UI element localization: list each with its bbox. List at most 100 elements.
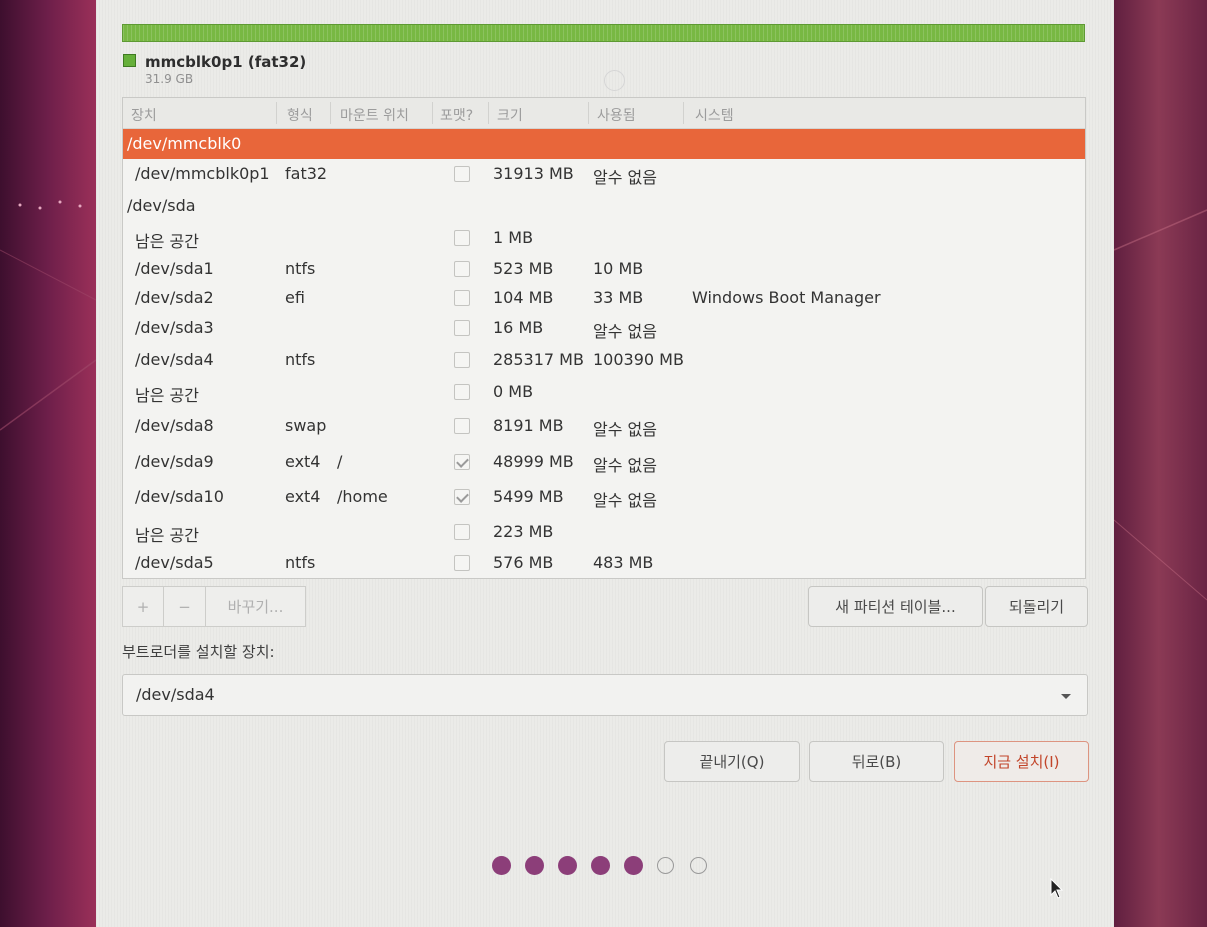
cell-device: 남은 공간 (135, 526, 199, 545)
column-header-format[interactable]: 포맷? (440, 105, 473, 125)
table-row[interactable]: /dev/sda10 ext4/home 5499 MB 알수 없음 (123, 482, 1085, 512)
bootloader-label: 부트로더를 설치할 장치: (122, 643, 275, 661)
column-header-system[interactable]: 시스템 (695, 105, 734, 125)
cell-type: ntfs (285, 350, 316, 369)
cell-used: 알수 없음 (593, 456, 657, 475)
format-checkbox[interactable] (454, 555, 470, 571)
table-row[interactable]: 남은 공간 223 MB (123, 517, 1085, 547)
cell-device: /dev/sda10 (135, 487, 224, 506)
cell-type: fat32 (285, 164, 328, 183)
bootloader-device-select[interactable]: /dev/sda4 (122, 674, 1088, 716)
add-partition-button[interactable]: + (122, 586, 164, 627)
format-checkbox[interactable] (454, 320, 470, 336)
install-now-button[interactable]: 지금 설치(I) (954, 741, 1089, 782)
cell-device: /dev/sda9 (135, 452, 214, 471)
new-partition-table-button[interactable]: 새 파티션 테이블... (808, 586, 983, 627)
column-header-mount[interactable]: 마운트 위치 (340, 105, 409, 125)
cell-type: swap (285, 416, 327, 435)
dropdown-arrow-icon (1061, 694, 1071, 699)
table-row[interactable]: /dev/mmcblk0p1 fat32 31913 MB 알수 없음 (123, 159, 1085, 189)
cell-device: 남은 공간 (135, 232, 199, 251)
cell-size: 5499 MB (493, 487, 564, 506)
cell-system: Windows Boot Manager (692, 288, 881, 307)
cell-size: 104 MB (493, 288, 554, 307)
progress-dot-pending (657, 857, 674, 874)
cell-used: 알수 없음 (593, 322, 657, 341)
back-button[interactable]: 뒤로(B) (809, 741, 944, 782)
partition-table[interactable]: 장치 형식 마운트 위치 포맷? 크기 사용됨 시스템 /dev/mmcblk0… (122, 97, 1086, 579)
installer-window: mmcblk0p1 (fat32) 31.9 GB 장치 형식 마운트 위치 포… (96, 0, 1114, 927)
cell-device: /dev/sda8 (135, 416, 214, 435)
progress-dot-completed (492, 856, 511, 875)
progress-dot-completed (624, 856, 643, 875)
cell-used: 483 MB (593, 553, 654, 572)
quit-button[interactable]: 끝내기(Q) (664, 741, 800, 782)
column-header-size[interactable]: 크기 (497, 105, 523, 125)
cell-device: /dev/sda3 (135, 318, 214, 337)
partition-toolbar: + − 바꾸기... (122, 586, 306, 627)
table-row[interactable]: /dev/sda8 swap 8191 MB 알수 없음 (123, 411, 1085, 441)
legend-partition-size: 31.9 GB (145, 72, 194, 86)
cell-device: /dev/sda4 (135, 350, 214, 369)
cell-size: 523 MB (493, 259, 554, 278)
column-header-used[interactable]: 사용됨 (597, 105, 636, 125)
revert-button[interactable]: 되돌리기 (985, 586, 1088, 627)
cell-mount: / (337, 452, 343, 471)
cell-device: /dev/sda (127, 196, 196, 215)
cell-used: 33 MB (593, 288, 644, 307)
legend-partition-name: mmcblk0p1 (fat32) (145, 53, 307, 71)
format-checkbox[interactable] (454, 230, 470, 246)
format-checkbox[interactable] (454, 290, 470, 306)
cell-device: /dev/sda1 (135, 259, 214, 278)
format-checkbox[interactable] (454, 489, 470, 505)
table-row[interactable]: /dev/mmcblk0 (123, 129, 1085, 159)
column-header-device[interactable]: 장치 (131, 105, 157, 125)
cell-size: 285317 MB (493, 350, 584, 369)
cell-type: ext4 (285, 452, 321, 471)
cell-used: 10 MB (593, 259, 644, 278)
table-row[interactable]: 남은 공간 1 MB (123, 223, 1085, 253)
table-row[interactable]: /dev/sda5 ntfs 576 MB 483 MB (123, 548, 1085, 578)
progress-dot-completed (525, 856, 544, 875)
format-checkbox[interactable] (454, 352, 470, 368)
cell-size: 0 MB (493, 382, 534, 401)
table-row[interactable]: /dev/sda4 ntfs 285317 MB 100390 MB (123, 345, 1085, 375)
cell-used: 알수 없음 (593, 491, 657, 510)
spinner-icon (604, 70, 625, 91)
cell-type: ext4 (285, 487, 321, 506)
cell-type: ntfs (285, 259, 316, 278)
table-row[interactable]: /dev/sda2 efi 104 MB 33 MB Windows Boot Mana… (123, 283, 1085, 313)
cell-mount: /home (337, 487, 388, 506)
cell-device: /dev/sda5 (135, 553, 214, 572)
cell-size: 48999 MB (493, 452, 574, 471)
table-row[interactable]: /dev/sda3 16 MB 알수 없음 (123, 313, 1085, 343)
format-checkbox[interactable] (454, 524, 470, 540)
cell-used: 100390 MB (593, 350, 684, 369)
cell-size: 223 MB (493, 522, 554, 541)
progress-dot-pending (690, 857, 707, 874)
change-partition-button[interactable]: 바꾸기... (206, 586, 306, 627)
legend-swatch (123, 54, 136, 67)
format-checkbox[interactable] (454, 418, 470, 434)
cell-type: ntfs (285, 553, 316, 572)
cell-device: /dev/mmcblk0p1 (135, 164, 270, 183)
format-checkbox[interactable] (454, 384, 470, 400)
cell-size: 1 MB (493, 228, 534, 247)
format-checkbox[interactable] (454, 166, 470, 182)
remove-partition-button[interactable]: − (164, 586, 206, 627)
cell-device: 남은 공간 (135, 386, 199, 405)
cell-device: /dev/mmcblk0 (127, 134, 242, 153)
partition-usage-bar (122, 24, 1085, 42)
table-row[interactable]: /dev/sda1 ntfs 523 MB 10 MB (123, 254, 1085, 284)
table-row[interactable]: 남은 공간 0 MB (123, 377, 1085, 407)
cell-size: 16 MB (493, 318, 544, 337)
progress-dot-completed (558, 856, 577, 875)
table-row[interactable]: /dev/sda (123, 191, 1085, 221)
table-header: 장치 형식 마운트 위치 포맷? 크기 사용됨 시스템 (123, 98, 1085, 129)
column-header-type[interactable]: 형식 (287, 105, 313, 125)
format-checkbox[interactable] (454, 261, 470, 277)
bootloader-device-value: /dev/sda4 (136, 685, 215, 704)
cell-used: 알수 없음 (593, 168, 657, 187)
format-checkbox[interactable] (454, 454, 470, 470)
table-row[interactable]: /dev/sda9 ext4 / 48999 MB 알수 없음 (123, 447, 1085, 477)
